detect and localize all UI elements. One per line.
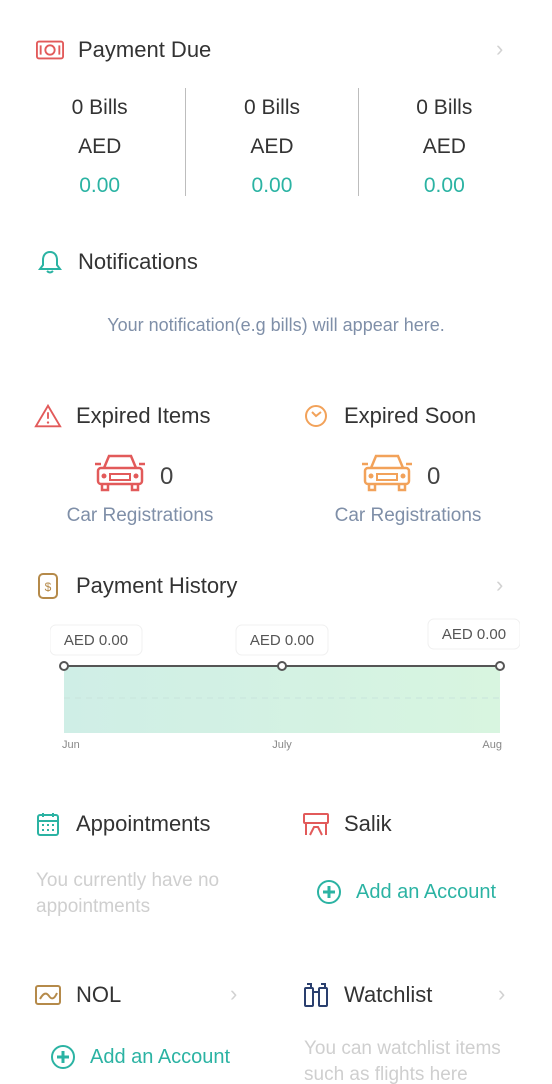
expired-items-title: Expired Items (76, 403, 211, 428)
expired-items-count: 0 (160, 462, 174, 490)
clock-icon (302, 402, 330, 430)
money-icon (36, 36, 64, 64)
bill-currency: AED (78, 135, 122, 158)
payment-due-header[interactable]: Payment Due (36, 36, 211, 64)
warning-icon (34, 402, 62, 430)
bill-amount: 0.00 (251, 174, 293, 197)
payment-history-chart: AED 0.00 Jun AED 0.00 July AED 0.00 Aug (50, 616, 520, 766)
chart-area (64, 666, 500, 733)
bill-amount: 0.00 (423, 174, 465, 197)
expired-items-label: Car Registrations (66, 505, 214, 526)
nol-title: NOL (76, 982, 122, 1007)
expired-items-count-row[interactable]: 0 (94, 452, 173, 501)
bill-currency: AED (250, 135, 294, 158)
nol-header[interactable]: NOL (34, 981, 121, 1009)
payment-history-svg: AED 0.00 Jun AED 0.00 July AED 0.00 Aug (50, 618, 520, 751)
expired-soon-header[interactable]: Expired Soon (302, 402, 476, 430)
bill-amount: 0.00 (79, 174, 121, 197)
chevron-right-icon[interactable]: › (230, 981, 237, 1007)
salik-add-label: Add an Account (356, 880, 497, 903)
appointments-empty-text: You currently have no appointments (36, 870, 220, 917)
expired-soon-label: Car Registrations (334, 505, 482, 526)
chevron-right-icon[interactable]: › (498, 981, 505, 1007)
salik-header[interactable]: Salik (302, 810, 392, 838)
chart-x-tick-label: Aug (482, 739, 502, 751)
bill-column[interactable]: 0 Bills AED 0.00 (185, 88, 357, 197)
car-icon (361, 452, 413, 501)
watchlist-title: Watchlist (344, 982, 433, 1007)
appointments-title: Appointments (76, 811, 211, 836)
bill-column[interactable]: 0 Bills AED 0.00 (357, 88, 530, 197)
plus-circle-icon (50, 1044, 76, 1070)
payment-due-title: Payment Due (78, 37, 212, 62)
chart-x-tick-label: Jun (62, 739, 80, 751)
svg-text:$: $ (45, 580, 52, 594)
watchlist-empty-text: You can watchlist items such as flights … (304, 1038, 501, 1084)
nol-add-account-button[interactable]: Add an Account (50, 1044, 230, 1070)
nol-card-icon (34, 981, 62, 1009)
salik-title: Salik (344, 811, 392, 836)
notifications-header[interactable]: Notifications (36, 248, 198, 276)
binoculars-icon (302, 981, 330, 1009)
expired-soon-count: 0 (427, 462, 441, 490)
chart-point[interactable] (277, 661, 287, 671)
expired-soon-count-row[interactable]: 0 (361, 452, 440, 501)
chart-x-tick-label: July (272, 739, 292, 751)
chart-data-label: AED 0.00 (442, 626, 506, 643)
calendar-icon (34, 810, 62, 838)
chevron-right-icon[interactable]: › (496, 36, 503, 62)
expired-soon-title: Expired Soon (344, 403, 477, 428)
chart-data-label: AED 0.00 (250, 632, 314, 649)
bill-count: 0 Bills (71, 96, 128, 119)
notifications-empty-text: Your notification(e.g bills) will appear… (107, 315, 445, 335)
chevron-right-icon[interactable]: › (496, 572, 503, 598)
chart-point[interactable] (59, 661, 69, 671)
bill-currency: AED (422, 135, 466, 158)
bill-column[interactable]: 0 Bills AED 0.00 (14, 88, 185, 197)
bill-count: 0 Bills (243, 96, 300, 119)
salik-add-account-button[interactable]: Add an Account (316, 879, 496, 905)
expired-items-header[interactable]: Expired Items (34, 402, 211, 430)
nol-add-label: Add an Account (90, 1045, 231, 1068)
receipt-icon: $ (34, 572, 62, 600)
bell-icon (36, 248, 64, 276)
toll-gate-icon (302, 810, 330, 838)
chart-data-label: AED 0.00 (64, 632, 128, 649)
appointments-header[interactable]: Appointments (34, 810, 211, 838)
bills-summary: 0 Bills AED 0.00 0 Bills AED 0.00 0 Bill… (14, 88, 530, 197)
payment-history-title: Payment History (76, 573, 238, 598)
payment-history-header[interactable]: $ Payment History (34, 572, 237, 600)
bill-count: 0 Bills (416, 96, 473, 119)
watchlist-header[interactable]: Watchlist (302, 981, 432, 1009)
notifications-title: Notifications (78, 249, 198, 274)
car-icon (94, 452, 146, 501)
plus-circle-icon (316, 879, 342, 905)
chart-point[interactable] (495, 661, 505, 671)
